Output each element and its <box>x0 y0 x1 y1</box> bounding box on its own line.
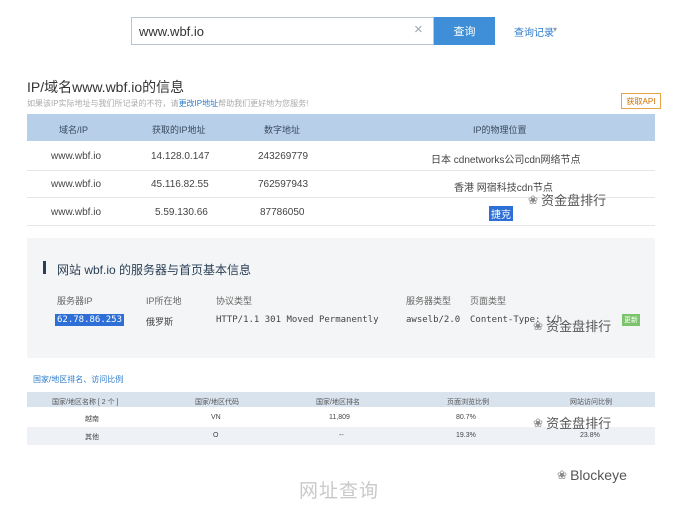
server-section-title: 网站 wbf.io 的服务器与首页基本信息 <box>57 263 252 277</box>
notice-text: 如果该IP实际地址与我们所记录的不符，请更改IP地址帮助我们更好地为您服务! <box>27 98 308 109</box>
wechat-logo-icon: ❀ <box>557 468 568 482</box>
column-header: 国家/地区名称 [ 2 个 ] <box>52 399 119 406</box>
column-header: IP所在地 <box>146 296 182 306</box>
server-type-cell: awselb/2.0 <box>406 315 461 325</box>
country-code-cell: O <box>213 432 219 439</box>
column-header: 国家/地区代码 <box>195 399 239 406</box>
divider <box>27 225 655 226</box>
domain-cell: www.wbf.io <box>51 179 102 190</box>
watermark: ❀ 资金盘排行 <box>533 413 611 432</box>
location-cell: 捷克 <box>489 206 513 221</box>
page-ratio-cell: 80.7% <box>456 414 476 421</box>
server-location-cell: 俄罗斯 <box>146 318 174 328</box>
column-header: 数字地址 <box>264 125 301 135</box>
column-header: 页面类型 <box>470 296 507 306</box>
ip-cell: 5.59.130.66 <box>155 207 208 218</box>
ip-table-header: 域名/IP 获取的IP地址 数字地址 IP的物理位置 <box>27 114 655 141</box>
server-info-panel <box>27 238 655 358</box>
search-button[interactable]: 查询 <box>434 17 495 45</box>
column-header: 服务器类型 <box>406 296 452 306</box>
number-cell: 762597943 <box>258 179 309 190</box>
country-code-cell: VN <box>211 414 221 421</box>
column-header: 网站访问比例 <box>570 399 612 406</box>
location-cell: 日本 cdnetworks公司cdn网络节点 <box>431 155 581 166</box>
ip-cell: 14.128.0.147 <box>151 151 210 162</box>
search-input-value: www.wbf.io <box>139 24 205 39</box>
column-header: 协议类型 <box>216 296 253 306</box>
column-header: 获取的IP地址 <box>152 125 206 135</box>
wechat-logo-icon: ❀ <box>533 318 544 333</box>
column-header: 页面浏览比例 <box>447 399 489 406</box>
column-header: 国家/地区排名 <box>316 399 360 406</box>
wechat-logo-icon: ❀ <box>533 415 544 430</box>
change-ip-link[interactable]: 更改IP地址 <box>179 99 219 108</box>
wechat-logo-icon: ❀ <box>528 192 539 207</box>
page-title: IP/域名www.wbf.io的信息 <box>27 79 185 95</box>
watermark-label: 资金盘排行 <box>541 193 607 208</box>
notice-prefix: 如果该IP实际地址与我们所记录的不符，请 <box>27 99 179 108</box>
server-ip-cell: 62.78.86.253 <box>55 314 125 326</box>
footer-caption: 网址查询 <box>299 481 380 502</box>
page-ratio-cell: 19.3% <box>456 432 476 439</box>
country-rank-cell: 11,809 <box>329 414 350 421</box>
ip-cell: 45.116.82.55 <box>151 179 209 190</box>
visit-ratio-cell: 23.8% <box>580 432 600 439</box>
domain-cell: www.wbf.io <box>51 207 102 218</box>
column-header: 服务器IP <box>57 296 93 306</box>
update-badge[interactable]: 更新 <box>622 314 640 326</box>
domain-cell: www.wbf.io <box>51 151 102 162</box>
get-api-button[interactable]: 获取API <box>621 93 661 109</box>
watermark-label: 资金盘排行 <box>546 416 612 431</box>
notice-suffix: 帮助我们更好地为您服务! <box>218 99 309 108</box>
watermark: ❀ 资金盘排行 <box>533 316 611 335</box>
section-marker <box>43 261 46 274</box>
watermark-label: 资金盘排行 <box>546 319 612 334</box>
protocol-cell: HTTP/1.1 301 Moved Permanently <box>216 315 379 325</box>
number-cell: 87786050 <box>260 207 305 218</box>
chevron-down-icon[interactable]: ▾ <box>553 25 557 34</box>
country-name-cell: 其他 <box>85 434 99 441</box>
column-header: 域名/IP <box>59 125 89 135</box>
column-header: IP的物理位置 <box>473 125 527 135</box>
country-name-cell: 越南 <box>85 416 99 423</box>
server-ip-value: 62.78.86.253 <box>55 314 125 326</box>
country-section-title: 国家/地区排名、访问比例 <box>33 375 124 384</box>
country-rank-cell: -- <box>339 432 344 439</box>
watermark: ❀ 资金盘排行 <box>528 190 606 209</box>
brand-label: Blockeye <box>570 467 627 483</box>
divider <box>27 170 655 171</box>
number-cell: 243269779 <box>258 151 309 162</box>
brand-watermark: ❀ Blockeye <box>557 467 627 483</box>
clear-icon[interactable]: × <box>414 21 423 38</box>
search-history-link[interactable]: 查询记录 <box>514 24 554 39</box>
